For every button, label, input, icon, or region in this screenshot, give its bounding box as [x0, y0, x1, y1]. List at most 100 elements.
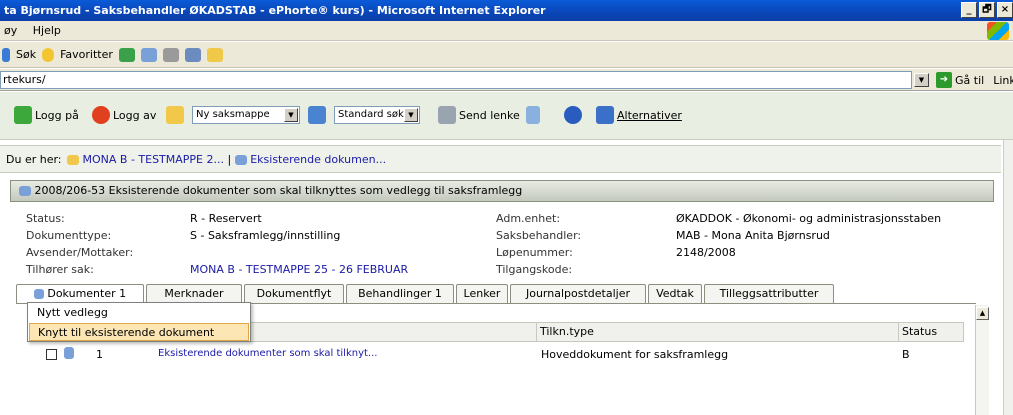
tab-docflow[interactable]: Dokumentflyt	[244, 284, 344, 303]
ie-toolbar: Søk Favoritter	[0, 42, 1013, 68]
restore-button[interactable]: 🗗	[979, 2, 995, 18]
window-title: ta Bjørnsrud - Saksbehandler ØKADSTAB - …	[4, 4, 546, 17]
folder-icon[interactable]	[206, 47, 223, 62]
login-icon	[14, 106, 32, 124]
login-button[interactable]: Logg på	[14, 106, 79, 124]
search-select-wrap: Standard søk ▼	[334, 106, 420, 124]
alternatives-icon	[596, 106, 614, 124]
breadcrumb: Du er her: MONA B - TESTMAPPE 2... | Eks…	[0, 145, 1001, 173]
favorites-star-icon	[42, 47, 55, 62]
tab-count: 1	[119, 287, 127, 300]
menu-item-help[interactable]: Hjelp	[33, 24, 61, 37]
logout-label: Logg av	[113, 108, 157, 122]
row-title-link[interactable]: Eksisterende dokumenter som skal tilknyt…	[158, 348, 377, 359]
tab-label: Lenker	[463, 287, 501, 300]
menu-bar: øy Hjelp	[0, 21, 1013, 41]
address-input[interactable]: rtekurs/	[0, 71, 912, 89]
go-button[interactable]: Gå til	[955, 74, 984, 87]
menu-item-new-attachment[interactable]: Nytt vedlegg	[29, 304, 249, 322]
tab-documents[interactable]: Dokumenter 1	[16, 284, 144, 303]
tab-label: Tilleggsattributter	[719, 287, 819, 300]
tab-links[interactable]: Lenker	[456, 284, 508, 303]
app-toolbar: Logg på Logg av Ny saksmappe ▼ Standard …	[0, 92, 1013, 140]
favorites-button[interactable]: Favoritter	[60, 48, 113, 61]
new-folder-select[interactable]: Ny saksmappe ▼	[192, 106, 300, 124]
search-button[interactable]	[308, 106, 326, 124]
breadcrumb-item-folder[interactable]: MONA B - TESTMAPPE 2...	[83, 153, 225, 166]
new-folder-icon	[166, 106, 184, 124]
minimize-button[interactable]: _	[961, 2, 977, 18]
up-down-icon	[526, 106, 540, 124]
back-icon[interactable]	[2, 47, 10, 62]
links-button[interactable]: Links	[993, 74, 1013, 87]
close-button[interactable]: ×	[997, 2, 1013, 18]
edit-icon[interactable]	[184, 47, 201, 62]
spin-button[interactable]	[526, 106, 540, 124]
logout-icon	[92, 106, 110, 124]
field-value-doctype: S - Saksframlegg/innstilling	[190, 229, 341, 242]
folder-icon	[67, 155, 79, 165]
menu-item-tools[interactable]: øy	[4, 24, 17, 37]
document-menu-icon[interactable]	[64, 347, 74, 359]
grid-header-status[interactable]: Status	[899, 323, 963, 341]
address-dropdown-button[interactable]: ▼	[914, 73, 929, 87]
alternatives-button[interactable]: Alternativer	[596, 106, 682, 124]
chevron-down-icon: ▼	[404, 108, 418, 122]
chevron-down-icon: ▼	[284, 108, 298, 122]
tab-label: Behandlinger	[358, 287, 432, 300]
row-number: 1	[96, 348, 103, 361]
new-folder-button[interactable]	[166, 106, 184, 124]
field-value-handler: MAB - Mona Anita Bjørnsrud	[676, 229, 830, 242]
field-label-access: Tilgangskode:	[496, 263, 573, 276]
tab-label: Merknader	[164, 287, 224, 300]
tab-label: Dokumenter	[47, 287, 116, 300]
mail-icon[interactable]	[140, 47, 157, 62]
field-label-doctype: Dokumenttype:	[26, 229, 112, 242]
search-type-select[interactable]: Standard søk ▼	[334, 106, 420, 124]
print-icon[interactable]	[162, 47, 179, 62]
field-value-serial: 2148/2008	[676, 246, 736, 259]
row-status: B	[902, 348, 910, 361]
grid-scrollbar[interactable]: ▲	[975, 305, 989, 415]
field-value-case[interactable]: MONA B - TESTMAPPE 25 - 26 FEBRUAR	[190, 263, 408, 276]
search-button[interactable]: Søk	[16, 48, 36, 61]
field-value-status: R - Reservert	[190, 212, 262, 225]
document-menu-icon[interactable]	[33, 289, 44, 299]
help-icon	[564, 106, 582, 124]
tab-treatments[interactable]: Behandlinger 1	[346, 284, 454, 303]
page-scrollbar[interactable]	[1003, 140, 1013, 415]
tab-notes[interactable]: Merknader	[146, 284, 242, 303]
tab-label: Dokumentflyt	[256, 287, 332, 300]
field-label-handler: Saksbehandler:	[496, 229, 582, 242]
tab-count: 1	[434, 287, 442, 300]
document-icon[interactable]	[19, 186, 31, 196]
login-label: Logg på	[35, 108, 79, 122]
menu-item-link-existing[interactable]: Knytt til eksisterende dokument	[29, 323, 249, 341]
field-label-status: Status:	[26, 212, 65, 225]
breadcrumb-item-document[interactable]: Eksisterende dokumen...	[250, 153, 386, 166]
help-button[interactable]	[564, 106, 582, 124]
tab-label: Vedtak	[656, 287, 694, 300]
tab-label: Journalpostdetaljer	[525, 287, 630, 300]
new-folder-select-wrap: Ny saksmappe ▼	[192, 106, 300, 124]
address-bar: rtekurs/ ▼ ➜ Gå til Links	[0, 69, 1013, 91]
alternatives-label: Alternativer	[617, 108, 682, 122]
windows-logo-icon	[987, 22, 1009, 40]
history-icon[interactable]	[118, 47, 135, 62]
grid-header-type[interactable]: Tilkn.type	[537, 323, 899, 341]
send-link-button[interactable]: Send lenke	[438, 106, 520, 124]
go-arrow-icon[interactable]: ➜	[936, 72, 952, 88]
tab-decision[interactable]: Vedtak	[648, 284, 702, 303]
scroll-up-arrow-icon[interactable]: ▲	[976, 307, 989, 320]
tab-journal-details[interactable]: Journalpostdetaljer	[510, 284, 646, 303]
tab-extra-attributes[interactable]: Tilleggsattributter	[704, 284, 834, 303]
row-checkbox[interactable]	[46, 349, 57, 360]
record-title: 2008/206-53 Eksisterende dokumenter som …	[34, 184, 523, 197]
logout-button[interactable]: Logg av	[92, 106, 156, 124]
new-folder-select-value: Ny saksmappe	[196, 109, 270, 120]
field-label-unit: Adm.enhet:	[496, 212, 561, 225]
send-link-icon	[438, 106, 456, 124]
row-type: Hoveddokument for saksframlegg	[541, 348, 729, 361]
field-value-unit: ØKADDOK - Økonomi- og administrasjonssta…	[676, 212, 942, 225]
field-label-case: Tilhører sak:	[26, 263, 94, 276]
